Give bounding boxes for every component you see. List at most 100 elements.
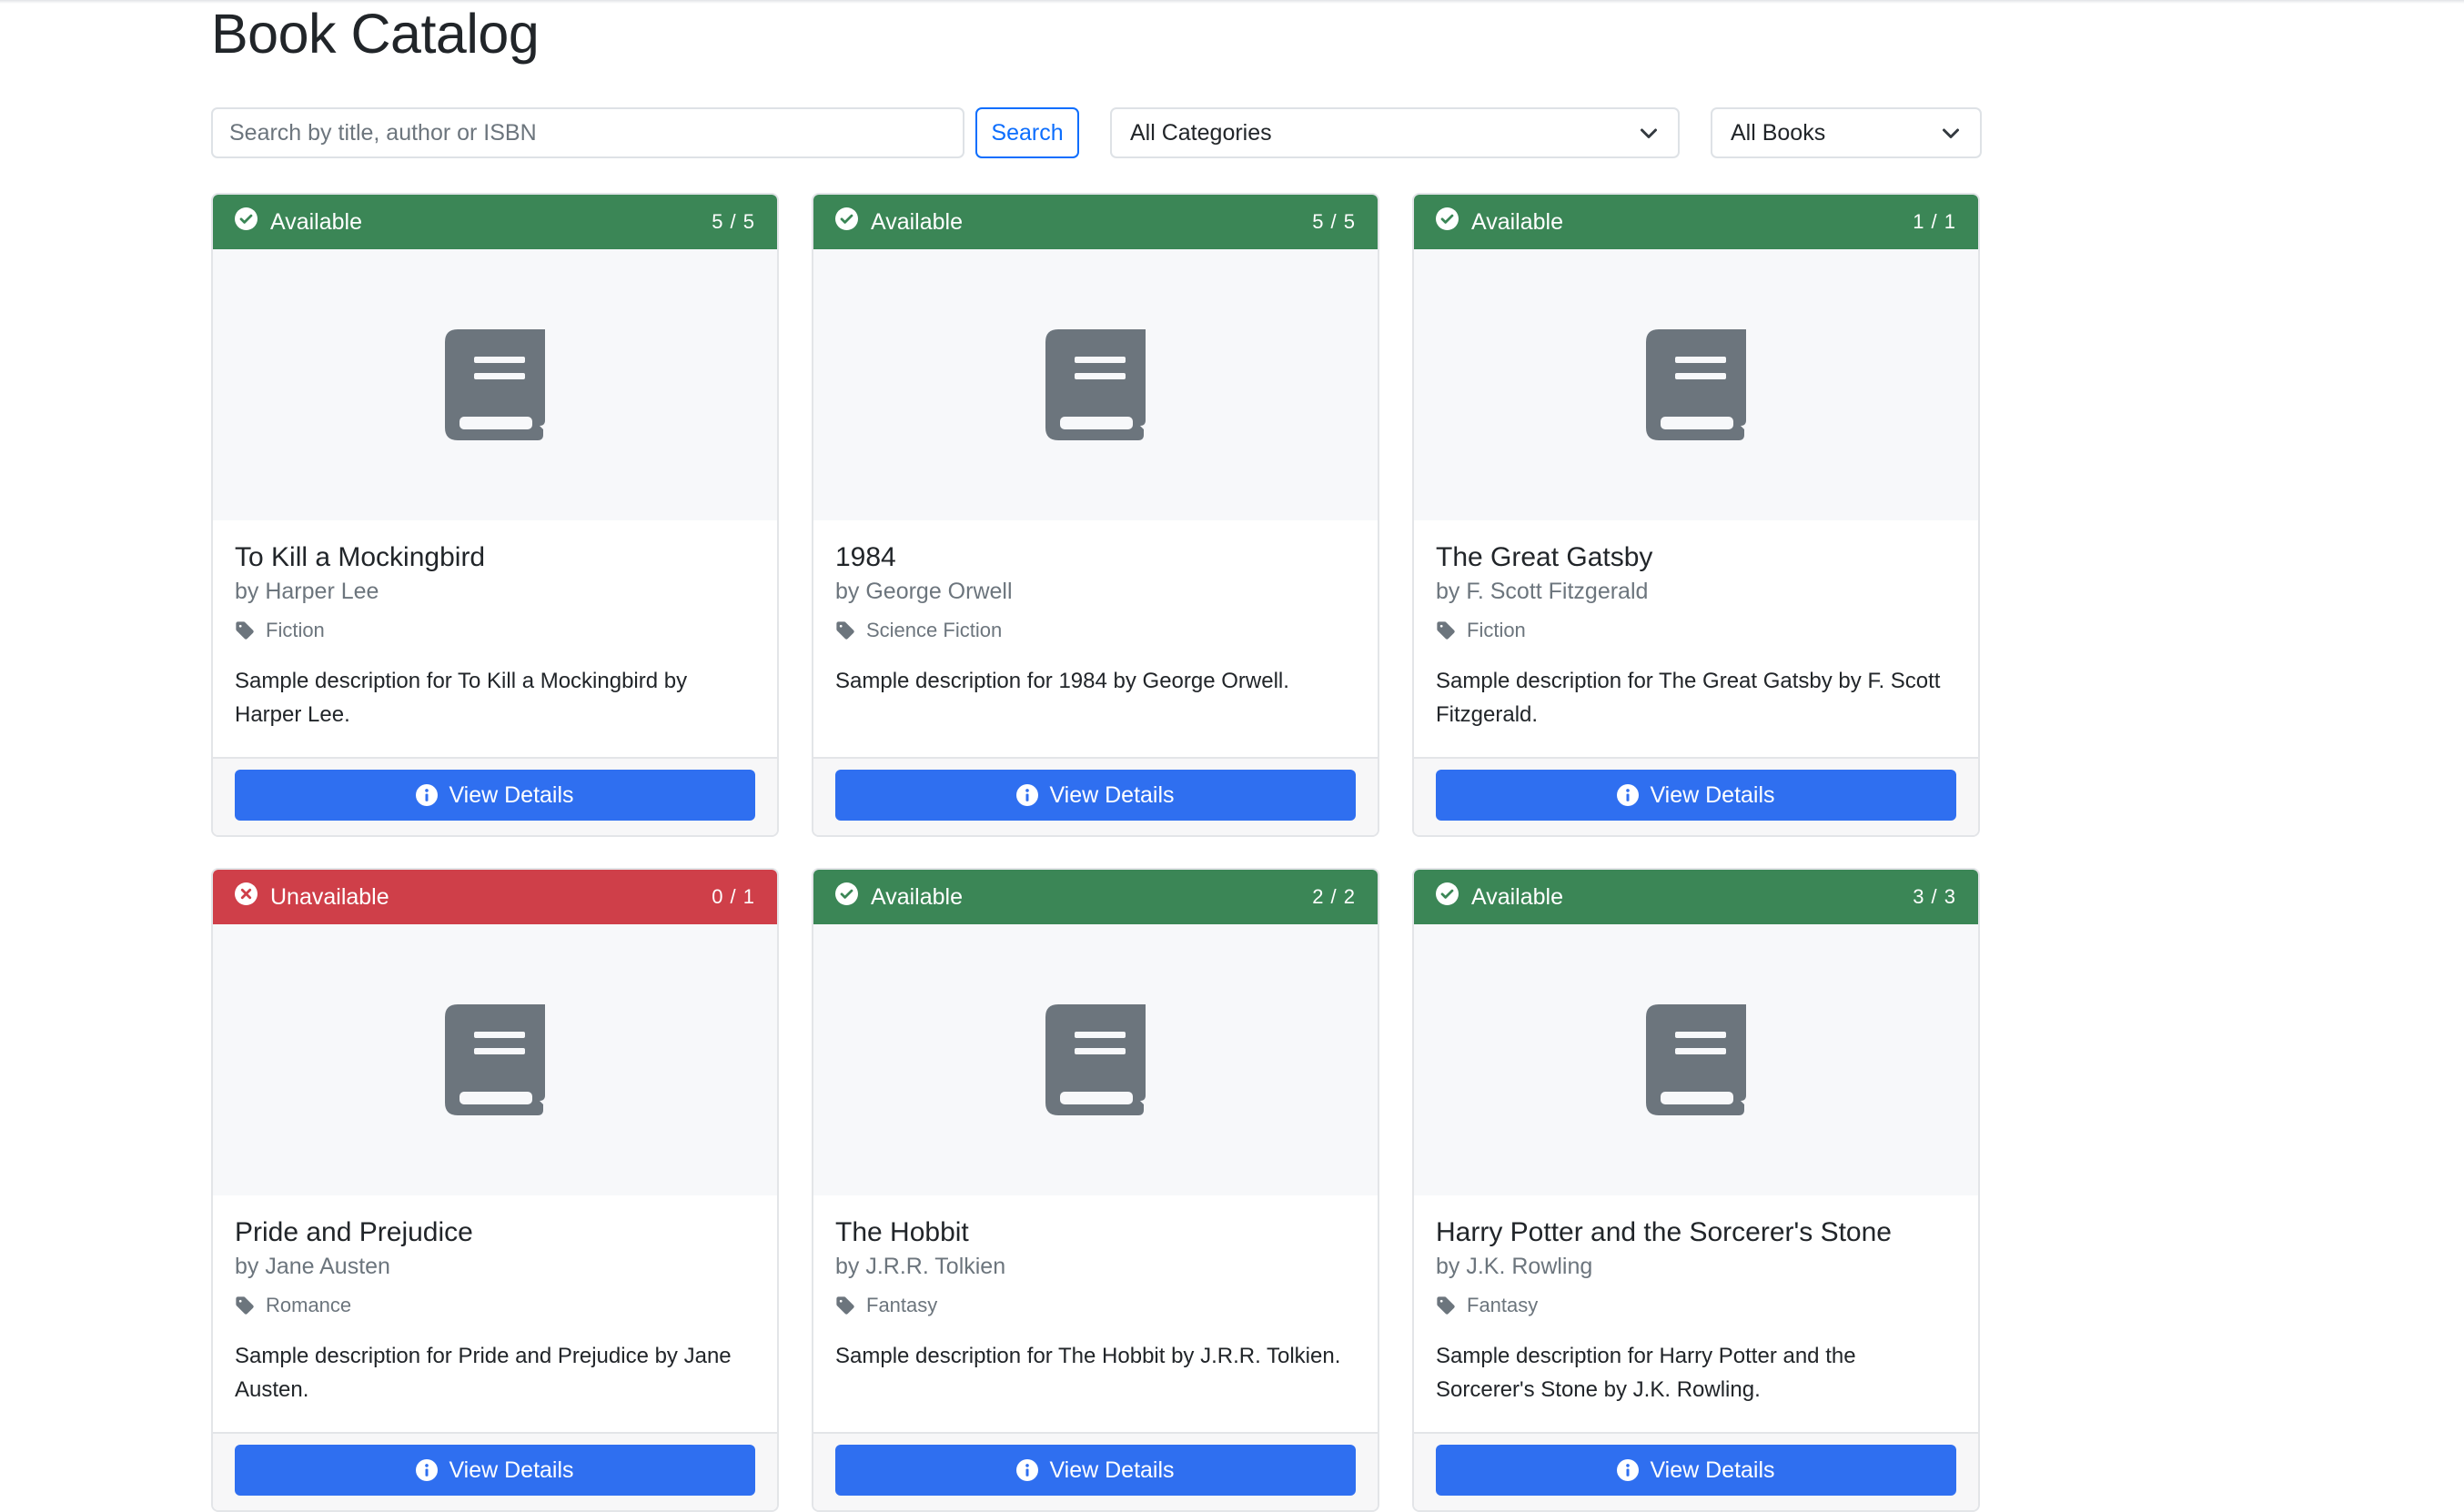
view-details-button[interactable]: View Details: [235, 770, 755, 821]
book-card: Available 2 / 2 The Hobbit by J.R.R. Tol…: [812, 868, 1379, 1512]
view-details-button[interactable]: View Details: [1436, 770, 1956, 821]
status-badge: Available: [235, 207, 362, 237]
book-cover: [813, 924, 1378, 1195]
book-description: Sample description for The Great Gatsby …: [1436, 669, 1941, 727]
book-card: Unavailable 0 / 1 Pride and Prejudice by…: [211, 868, 779, 1512]
check-circle-icon: [1436, 207, 1459, 230]
status-badge: Available: [835, 207, 963, 237]
book-card: Available 1 / 1 The Great Gatsby by F. S…: [1412, 193, 1980, 837]
card-body: 1984 by George Orwell Science Fiction Sa…: [813, 520, 1378, 759]
card-body: Pride and Prejudice by Jane Austen Roman…: [213, 1195, 777, 1434]
status-badge: Available: [1436, 882, 1563, 912]
status-badge: Unavailable: [235, 882, 389, 912]
book-icon: [1646, 1004, 1746, 1115]
tag-icon: [836, 621, 854, 640]
book-card: Available 3 / 3 Harry Potter and the Sor…: [1412, 868, 1980, 1512]
category-select[interactable]: All Categories: [1110, 107, 1680, 158]
book-title: Harry Potter and the Sorcerer's Stone: [1436, 1217, 1892, 1247]
status-label: Available: [1471, 208, 1564, 235]
book-title: 1984: [835, 542, 896, 572]
info-icon: [1617, 784, 1640, 806]
book-category: Fiction: [235, 617, 755, 644]
tag-icon: [236, 1296, 254, 1315]
status-badge: Available: [1436, 207, 1563, 237]
chevron-down-icon: [1943, 128, 1959, 138]
book-category-label: Fiction: [266, 619, 325, 641]
book-description: Sample description for The Hobbit by J.R…: [835, 1344, 1341, 1368]
info-icon: [1617, 1459, 1640, 1481]
card-footer: View Details: [213, 759, 777, 835]
copies-count: 1 / 1: [1913, 210, 1956, 233]
book-author: by F. Scott Fitzgerald: [1436, 579, 1649, 604]
book-description: Sample description for Harry Potter and …: [1436, 1344, 1856, 1402]
book-title: The Great Gatsby: [1436, 542, 1653, 572]
card-footer: View Details: [213, 1434, 777, 1510]
copies-count: 5 / 5: [712, 210, 755, 233]
check-circle-icon: [235, 207, 258, 230]
view-details-button[interactable]: View Details: [835, 1445, 1356, 1496]
status-label: Available: [871, 208, 964, 235]
book-author: by Harper Lee: [235, 579, 379, 604]
availability-select[interactable]: All Books: [1711, 107, 1982, 158]
book-cover: [213, 924, 777, 1195]
availability-header: Unavailable 0 / 1: [213, 870, 777, 924]
availability-header: Available 1 / 1: [1414, 195, 1978, 249]
status-label: Available: [871, 883, 964, 910]
book-author: by J.R.R. Tolkien: [835, 1254, 1006, 1279]
x-circle-icon: [235, 882, 258, 905]
check-circle-icon: [835, 207, 858, 230]
book-category-label: Fantasy: [1467, 1294, 1539, 1316]
status-badge: Available: [835, 882, 963, 912]
info-icon: [416, 1459, 439, 1481]
book-icon: [445, 1004, 545, 1115]
card-footer: View Details: [813, 759, 1378, 835]
card-body: The Great Gatsby by F. Scott Fitzgerald …: [1414, 520, 1978, 759]
book-category-label: Fantasy: [866, 1294, 938, 1316]
availability-header: Available 5 / 5: [813, 195, 1378, 249]
status-label: Available: [270, 208, 363, 235]
view-details-button[interactable]: View Details: [835, 770, 1356, 821]
search-button[interactable]: Search: [975, 107, 1079, 158]
card-footer: View Details: [813, 1434, 1378, 1510]
tag-icon: [836, 1296, 854, 1315]
tag-icon: [1437, 1296, 1455, 1315]
category-select-value: All Categories: [1130, 119, 1272, 146]
availability-header: Available 3 / 3: [1414, 870, 1978, 924]
book-category: Science Fiction: [835, 617, 1356, 644]
info-icon: [1016, 1459, 1039, 1481]
status-label: Available: [1471, 883, 1564, 910]
availability-select-value: All Books: [1731, 119, 1826, 146]
chevron-down-icon: [1641, 128, 1657, 138]
card-body: Harry Potter and the Sorcerer's Stone by…: [1414, 1195, 1978, 1434]
book-description: Sample description for Pride and Prejudi…: [235, 1344, 732, 1402]
availability-header: Available 5 / 5: [213, 195, 777, 249]
info-icon: [1016, 784, 1039, 806]
book-card: Available 5 / 5 1984 by George Orwell Sc…: [812, 193, 1379, 837]
copies-count: 3 / 3: [1913, 885, 1956, 908]
book-category-label: Romance: [266, 1294, 352, 1316]
book-cover: [813, 249, 1378, 520]
tag-icon: [236, 621, 254, 640]
view-details-label: View Details: [1650, 781, 1775, 808]
book-author: by George Orwell: [835, 579, 1013, 604]
card-footer: View Details: [1414, 1434, 1978, 1510]
check-circle-icon: [1436, 882, 1459, 905]
card-body: The Hobbit by J.R.R. Tolkien Fantasy Sam…: [813, 1195, 1378, 1434]
view-details-label: View Details: [449, 1457, 574, 1483]
card-body: To Kill a Mockingbird by Harper Lee Fict…: [213, 520, 777, 759]
book-title: To Kill a Mockingbird: [235, 542, 486, 572]
book-icon: [1045, 329, 1146, 440]
filter-toolbar: Search All Categories All Books: [211, 107, 1982, 160]
book-title: The Hobbit: [835, 1217, 969, 1247]
book-category: Fantasy: [835, 1292, 1356, 1319]
view-details-label: View Details: [1049, 781, 1175, 808]
page-title: Book Catalog: [211, 3, 540, 65]
book-cover: [1414, 924, 1978, 1195]
copies-count: 5 / 5: [1312, 210, 1356, 233]
view-details-button[interactable]: View Details: [235, 1445, 755, 1496]
card-footer: View Details: [1414, 759, 1978, 835]
view-details-button[interactable]: View Details: [1436, 1445, 1956, 1496]
view-details-label: View Details: [1049, 1457, 1175, 1483]
copies-count: 0 / 1: [712, 885, 755, 908]
search-input[interactable]: [211, 107, 964, 158]
